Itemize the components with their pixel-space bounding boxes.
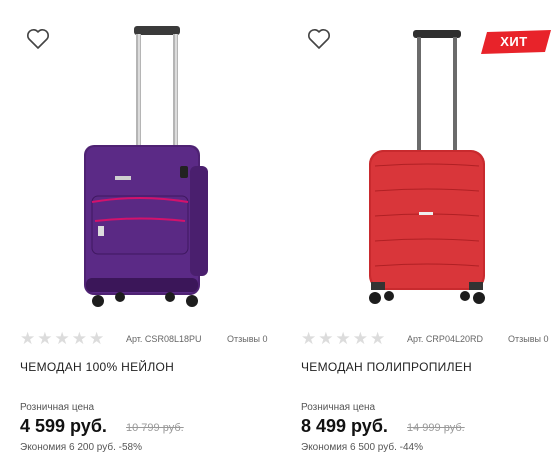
price-label: Розничная цена [20, 402, 95, 413]
rating-stars[interactable]: ★★★★★ [20, 330, 106, 348]
product-card[interactable]: ★★★★★ Арт. CSR08L18PU Отзывы 0 ЧЕМОДАН 1… [20, 0, 280, 459]
old-price: 14 999 руб. [407, 422, 465, 434]
product-image-purple-suitcase[interactable] [20, 16, 270, 316]
heart-outline-icon[interactable] [26, 28, 50, 50]
article-number: Арт. CRP04L20RD [407, 334, 483, 344]
product-title[interactable]: ЧЕМОДАН ПОЛИПРОПИЛЕН [301, 360, 472, 374]
reviews-link[interactable]: Отзывы 0 [508, 334, 548, 344]
product-meta: ★★★★★ Арт. CRP04L20RD Отзывы 0 [301, 330, 551, 348]
reviews-link[interactable]: Отзывы 0 [227, 334, 267, 344]
hit-badge: ХИТ [481, 30, 551, 54]
product-title[interactable]: ЧЕМОДАН 100% НЕЙЛОН [20, 360, 174, 374]
old-price: 10 799 руб. [126, 422, 184, 434]
heart-outline-icon[interactable] [307, 28, 331, 50]
current-price: 8 499 руб. [301, 416, 388, 436]
price-label: Розничная цена [301, 402, 376, 413]
savings-text: Экономия 6 200 руб. -58% [20, 442, 142, 453]
product-card[interactable]: ХИТ ★★★★★ Арт. CRP04L20RD Отзывы 0 ЧЕМОД… [301, 0, 551, 459]
current-price: 4 599 руб. [20, 416, 107, 436]
badge-label: ХИТ [500, 34, 528, 49]
product-meta: ★★★★★ Арт. CSR08L18PU Отзывы 0 [20, 330, 280, 348]
article-number: Арт. CSR08L18PU [126, 334, 202, 344]
savings-text: Экономия 6 500 руб. -44% [301, 442, 423, 453]
product-image-red-suitcase[interactable] [301, 16, 551, 316]
rating-stars[interactable]: ★★★★★ [301, 330, 387, 348]
